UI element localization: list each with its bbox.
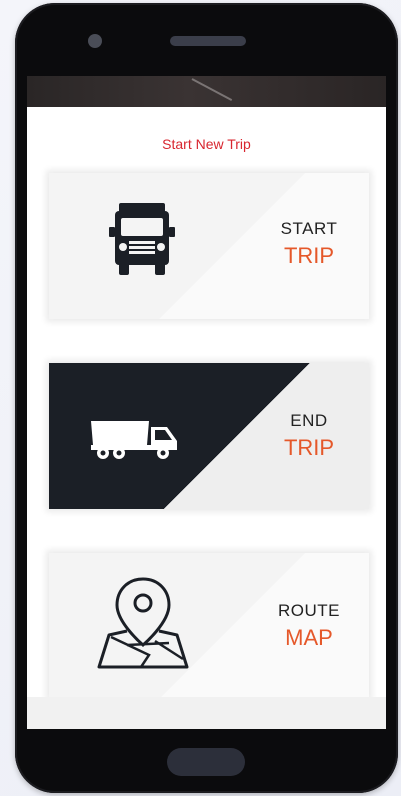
truck-front-icon <box>109 203 175 275</box>
page-title: Start New Trip <box>162 136 251 152</box>
app-screen: Start New Trip START TRIP END TRIP ROUTE… <box>27 76 386 729</box>
start-label: START <box>280 219 338 238</box>
start-trip-card[interactable]: START TRIP <box>49 173 369 319</box>
home-button[interactable] <box>167 748 245 776</box>
route-map-card[interactable]: ROUTE MAP <box>49 553 369 699</box>
phone-frame: Start New Trip START TRIP END TRIP ROUTE… <box>15 3 398 793</box>
route-map-label: ROUTE MAP <box>254 601 364 651</box>
header-image-strip <box>27 76 386 107</box>
bottom-strip <box>27 697 386 729</box>
end-trip-label: END TRIP <box>254 411 364 461</box>
end-label: END <box>290 411 328 430</box>
camera-icon <box>88 34 102 48</box>
end-trip-card[interactable]: END TRIP <box>49 363 369 509</box>
speaker-grille <box>170 36 246 46</box>
map-label: MAP <box>285 625 333 650</box>
route-label: ROUTE <box>278 601 340 620</box>
dump-truck-icon <box>91 421 177 459</box>
trip-label: TRIP <box>283 243 335 268</box>
start-trip-label: START TRIP <box>254 219 364 269</box>
map-pin-icon <box>97 577 189 669</box>
trip-label: TRIP <box>283 435 335 460</box>
